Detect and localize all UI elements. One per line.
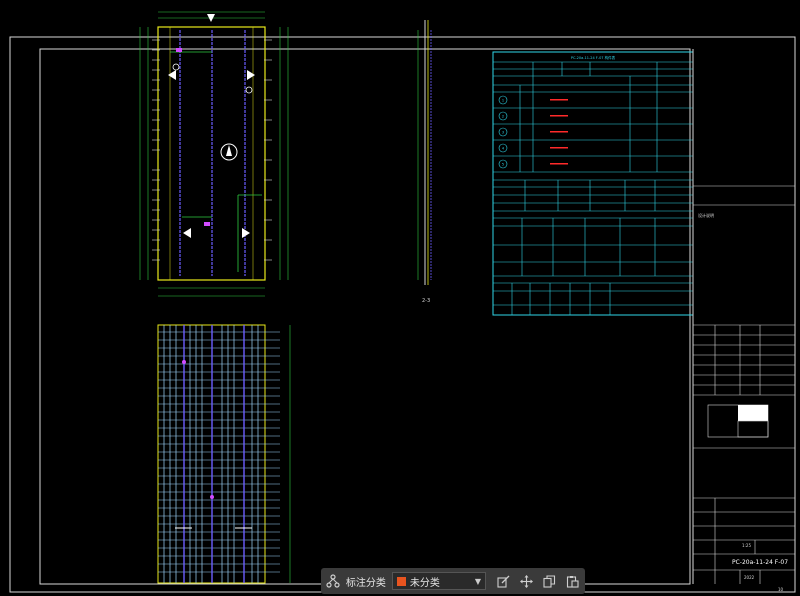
copy-icon[interactable] <box>540 572 558 590</box>
schedule-row-id: 1 <box>502 99 504 103</box>
page-number: 10 <box>778 587 784 592</box>
plan-view[interactable] <box>139 11 289 297</box>
category-tree-icon[interactable] <box>325 572 342 590</box>
section-mark-label: 2-3 <box>422 298 430 304</box>
annotation-toolbar: 标注分类 未分类 ▼ <box>321 568 585 594</box>
category-select-value: 未分类 <box>409 577 440 589</box>
move-icon[interactable] <box>517 572 535 590</box>
schedule-table-title: PC-20a-11-24 F-07 构件表 <box>571 55 616 60</box>
edit-icon[interactable] <box>494 572 512 590</box>
rebar-grid-view[interactable] <box>157 324 291 584</box>
category-select[interactable]: 未分类 ▼ <box>391 572 486 590</box>
category-color-swatch <box>396 576 406 586</box>
chevron-down-icon: ▼ <box>474 576 481 586</box>
schedule-row-id: 4 <box>502 147 505 151</box>
section-view[interactable]: 2-3 <box>417 20 432 304</box>
year-value: 2022 <box>744 575 755 580</box>
schedule-row-id: 5 <box>502 163 504 167</box>
category-label: 标注分类 <box>345 577 386 589</box>
design-note-label: 设计说明 <box>698 212 714 218</box>
drawing-border <box>39 48 691 585</box>
paste-icon[interactable] <box>563 572 581 590</box>
title-block[interactable]: 设计说明 1:25 PC-20a-11-24 F-07 2022 10 <box>692 49 795 592</box>
schedule-row-id: 2 <box>502 115 504 119</box>
schedule-table[interactable]: PC-20a-11-24 F-07 构件表 1 2 3 4 5 <box>492 51 694 316</box>
drawing-number: PC-20a-11-24 F-07 <box>732 559 788 566</box>
cad-drawing-canvas[interactable]: 2-3 PC-20a-11-24 F-07 构件表 1 2 3 4 5 设计说明… <box>0 0 800 596</box>
schedule-row-id: 3 <box>502 131 504 135</box>
scale-value: 1:25 <box>742 543 751 548</box>
